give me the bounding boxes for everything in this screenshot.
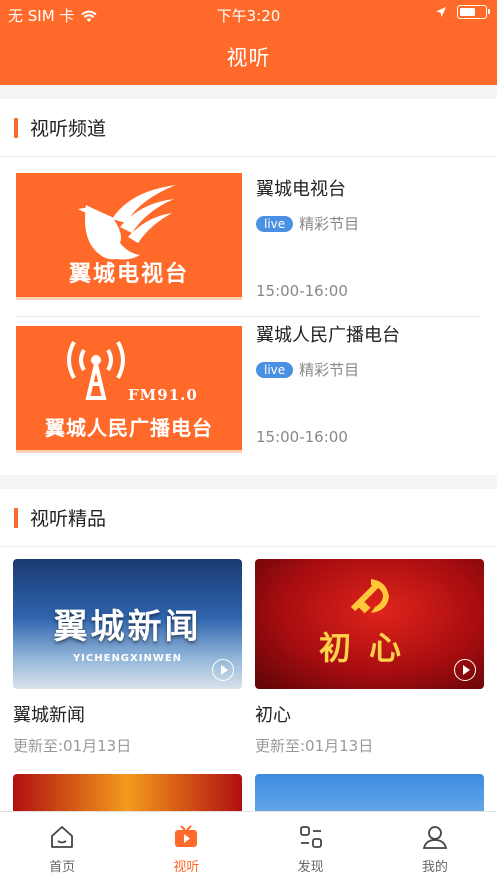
tv-play-icon — [175, 825, 198, 847]
section-header: 视听频道 — [0, 99, 497, 157]
channel-name: 翼城人民广播电台 — [256, 325, 400, 346]
tab-label: 发现 — [297, 860, 324, 875]
channels-section: 视听频道 翼城电视台 翼城电视台 live 精彩节目 15:00-16:00 F… — [0, 99, 497, 475]
program-card-news[interactable]: 翼城新闻 YICHENGXINWEN 翼城新闻 更新至:01月13日 — [13, 559, 242, 756]
channel-tagline: live 精彩节目 — [256, 359, 481, 380]
thumbnail-frequency: FM91.0 — [128, 386, 198, 404]
section-accent-bar — [14, 117, 18, 138]
channel-tag: 精彩节目 — [299, 361, 360, 379]
thumbnail-underline — [16, 297, 242, 300]
program-updated: 更新至:01月13日 — [255, 737, 374, 755]
thumbnail-caption: 翼城人民广播电台 — [45, 416, 213, 440]
play-icon[interactable] — [454, 659, 476, 681]
channel-tagline: live 精彩节目 — [256, 213, 481, 234]
program-grid: 翼城新闻 YICHENGXINWEN 翼城新闻 更新至:01月13日 初心 初心… — [0, 547, 497, 811]
program-title: 初心 — [255, 705, 291, 726]
program-thumbnail[interactable] — [13, 774, 242, 811]
battery-icon — [457, 5, 490, 19]
tab-discover[interactable]: 发现 — [249, 812, 373, 883]
status-bar: 无 SIM 卡 下午3:20 — [0, 0, 497, 28]
status-right — [435, 5, 490, 19]
program-thumbnail[interactable]: 初心 — [255, 559, 484, 689]
tab-label: 首页 — [49, 860, 76, 875]
page-title: 视听 — [226, 46, 271, 70]
thumbnail-underline — [16, 450, 242, 453]
channel-name: 翼城电视台 — [256, 179, 346, 200]
tab-bar: 首页 视听 发现 我的 — [0, 811, 497, 883]
section-title: 视听频道 — [30, 118, 107, 140]
play-icon[interactable] — [212, 659, 234, 681]
section-title: 视听精品 — [30, 508, 107, 530]
program-thumbnail[interactable]: 翼城新闻 YICHENGXINWEN — [13, 559, 242, 689]
section-gap — [0, 85, 497, 99]
channel-thumbnail[interactable]: FM91.0 翼城人民广播电台 — [16, 326, 242, 453]
thumbnail-caption: 翼城电视台 — [68, 261, 189, 287]
header: 无 SIM 卡 下午3:20 视听 — [0, 0, 497, 85]
program-thumbnail[interactable] — [255, 774, 484, 811]
status-time: 下午3:20 — [216, 7, 281, 25]
channel-info: 翼城电视台 live 精彩节目 15:00-16:00 — [256, 173, 481, 300]
tab-label: 视听 — [173, 860, 200, 875]
location-arrow-icon — [436, 7, 446, 17]
program-card[interactable] — [13, 774, 242, 811]
live-badge: live — [256, 361, 294, 378]
channel-thumbnail[interactable]: 翼城电视台 — [16, 173, 242, 300]
thumbnail-title-text: 翼城新闻 — [53, 607, 202, 647]
channel-item-tv[interactable]: 翼城电视台 翼城电视台 live 精彩节目 15:00-16:00 — [0, 157, 497, 316]
tab-label: 我的 — [421, 860, 448, 875]
live-badge: live — [256, 215, 294, 232]
home-icon — [51, 826, 74, 848]
tab-mine[interactable]: 我的 — [373, 812, 497, 883]
program-updated: 更新至:01月13日 — [13, 737, 132, 755]
channel-tag: 精彩节目 — [299, 215, 360, 233]
emblem-icon — [350, 579, 389, 614]
dove-logo-icon — [78, 185, 176, 260]
quality-section: 视听精品 翼城新闻 YICHENGXINWEN 翼城新闻 更新至:01月13日 — [0, 489, 497, 811]
program-title: 翼城新闻 — [13, 705, 85, 726]
program-card-chuxin[interactable]: 初心 初心 更新至:01月13日 — [255, 559, 484, 756]
channel-time: 15:00-16:00 — [256, 428, 348, 446]
channel-item-radio[interactable]: FM91.0 翼城人民广播电台 翼城人民广播电台 live 精彩节目 15:00… — [16, 316, 481, 475]
app-screen: 无 SIM 卡 下午3:20 视听 视听频道 翼城电视台 翼城电视台 live … — [0, 0, 497, 883]
section-gap — [0, 475, 497, 489]
program-card[interactable] — [255, 774, 484, 811]
tab-home[interactable]: 首页 — [0, 812, 124, 883]
section-header: 视听精品 — [0, 489, 497, 547]
user-icon — [422, 826, 448, 849]
main-content[interactable]: 视听频道 翼城电视台 翼城电视台 live 精彩节目 15:00-16:00 F… — [0, 85, 497, 811]
thumbnail-title-text: 初心 — [319, 629, 420, 667]
channel-time: 15:00-16:00 — [256, 282, 348, 300]
thumbnail-subtitle-text: YICHENGXINWEN — [72, 653, 183, 664]
section-accent-bar — [14, 507, 18, 528]
tab-av[interactable]: 视听 — [124, 812, 248, 883]
channel-info: 翼城人民广播电台 live 精彩节目 15:00-16:00 — [256, 319, 481, 446]
discover-icon — [299, 826, 322, 848]
